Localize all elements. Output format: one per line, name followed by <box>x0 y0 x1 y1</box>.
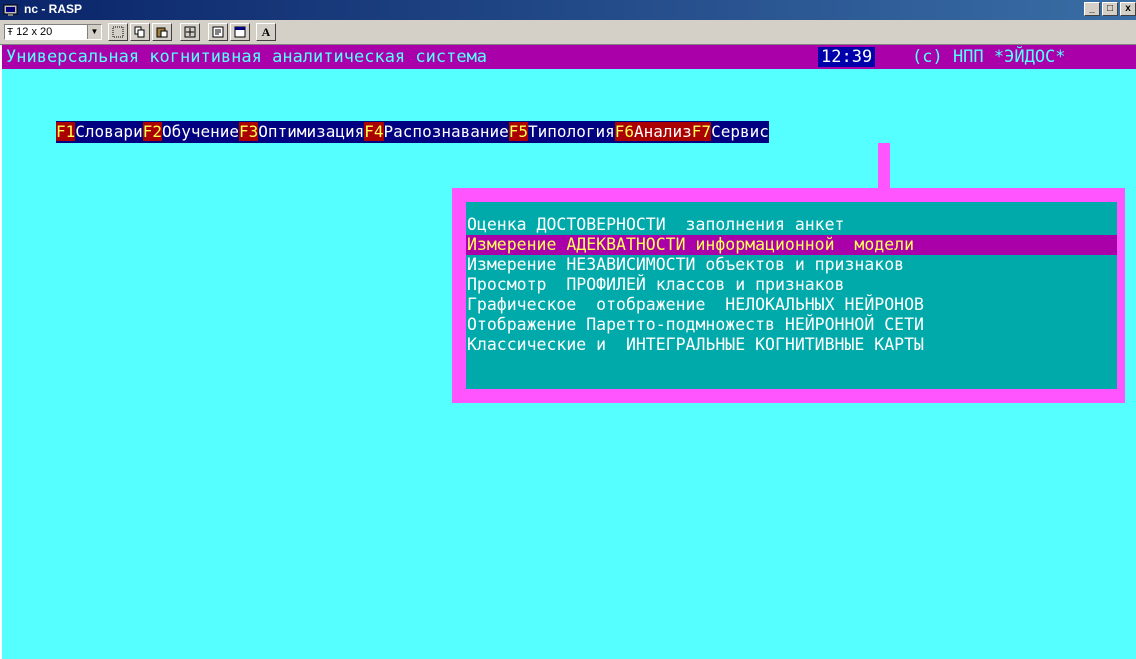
fullscreen-icon <box>184 26 196 38</box>
menu-item-f6[interactable]: F6Анализ <box>614 121 692 143</box>
toolbar: Ŧ 12 x 20 ▼ A <box>0 20 1136 45</box>
menu-item-f3[interactable]: F3Оптимизация <box>239 121 364 143</box>
copyright: (c) НПП *ЭЙДОС* <box>912 47 1066 67</box>
console-area[interactable]: Универсальная когнитивная аналитическая … <box>2 45 1136 659</box>
paste-button[interactable] <box>152 23 172 41</box>
mark-button[interactable] <box>108 23 128 41</box>
fullscreen-button[interactable] <box>180 23 200 41</box>
window-icon <box>234 26 246 38</box>
submenu-item[interactable]: Оценка ДОСТОВЕРНОСТИ заполнения анкет <box>466 215 1117 235</box>
submenu-item[interactable]: Классические и ИНТЕГРАЛЬНЫЕ КОГНИТИВНЫЕ … <box>466 335 1117 355</box>
hotkey: F1 <box>56 122 76 141</box>
copy-icon <box>134 26 145 38</box>
menu-item-f2[interactable]: F2Обучение <box>142 121 240 143</box>
menu-item-label: Обучение <box>161 122 240 141</box>
menu-item-f1[interactable]: F1Словари <box>56 121 143 143</box>
font-size-value: 12 x 20 <box>16 26 53 38</box>
main-menu: F1Словари F2Обучение F3Оптимизация F4Рас… <box>56 121 769 143</box>
window-titlebar[interactable]: nc - RASP _ □ x <box>0 0 1136 20</box>
hotkey: F3 <box>239 122 259 141</box>
hotkey: F7 <box>691 122 712 141</box>
font-size-select[interactable]: Ŧ 12 x 20 ▼ <box>4 24 102 40</box>
hotkey: F2 <box>142 122 162 141</box>
menu-item-label: Распознавание <box>383 122 509 141</box>
menu-item-f7[interactable]: F7Сервис <box>691 121 769 143</box>
submenu-item[interactable]: Отображение Паретто-подмножеств НЕЙРОННО… <box>466 315 1117 335</box>
close-button[interactable]: x <box>1120 2 1136 16</box>
submenu-item[interactable]: Просмотр ПРОФИЛЕЙ классов и признаков <box>466 275 1117 295</box>
chevron-down-icon: ▼ <box>87 25 101 39</box>
hotkey: F4 <box>364 122 384 141</box>
clock: 12:39 <box>818 47 876 67</box>
app-icon <box>3 4 18 16</box>
window-title: nc - RASP <box>24 2 83 16</box>
analysis-submenu: Оценка ДОСТОВЕРНОСТИ заполнения анкет Из… <box>466 202 1117 389</box>
submenu-connector <box>878 143 890 189</box>
menu-item-f5[interactable]: F5Типология <box>508 121 615 143</box>
menu-item-label: Анализ <box>634 122 692 141</box>
paste-icon <box>156 27 168 38</box>
submenu-item[interactable]: Графическое отображение НЕЛОКАЛЬНЫХ НЕЙР… <box>466 295 1117 315</box>
properties-button[interactable] <box>208 23 228 41</box>
submenu-item-selected[interactable]: Измерение АДЕКВАТНОСТИ информационной мо… <box>466 235 1117 255</box>
mark-icon <box>112 26 124 38</box>
menu-item-label: Оптимизация <box>258 122 365 141</box>
font-button[interactable]: A <box>256 23 276 41</box>
menu-item-f4[interactable]: F4Распознавание <box>364 121 509 143</box>
status-bar: Универсальная когнитивная аналитическая … <box>2 45 1136 69</box>
minimize-button[interactable]: _ <box>1084 2 1100 16</box>
menu-item-label: Сервис <box>711 122 769 141</box>
copy-button[interactable] <box>130 23 150 41</box>
maximize-button[interactable]: □ <box>1102 2 1118 16</box>
menu-item-label: Типология <box>528 122 615 141</box>
properties-icon <box>212 26 224 38</box>
hotkey: F5 <box>508 122 529 141</box>
background-button[interactable] <box>230 23 250 41</box>
font-icon: Ŧ <box>7 27 14 38</box>
system-title: Универсальная когнитивная аналитическая … <box>6 47 488 67</box>
submenu-item[interactable]: Измерение НЕЗАВИСИМОСТИ объектов и призн… <box>466 255 1117 275</box>
menu-item-label: Словари <box>75 122 143 141</box>
hotkey: F6 <box>614 122 634 141</box>
